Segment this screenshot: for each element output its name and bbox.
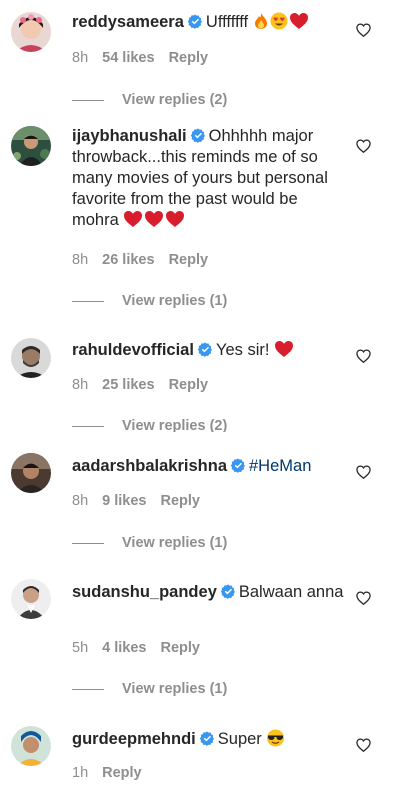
comment-text: reddysameera Ufffffff	[72, 12, 344, 35]
comment-time: 8h	[72, 377, 89, 393]
view-replies-label: View replies (2)	[122, 418, 228, 432]
comment-meta: 8h 25 likes Reply	[72, 377, 222, 393]
verified-badge-icon	[187, 14, 202, 29]
heart-outline-icon[interactable]	[356, 23, 371, 37]
replies-divider	[72, 300, 104, 302]
likes-count[interactable]: 26 likes	[102, 252, 154, 268]
verified-badge-icon	[220, 584, 235, 599]
red-heart-icon	[144, 210, 164, 234]
comment-time: 8h	[72, 252, 89, 268]
comment-body: Ufffffff	[205, 13, 253, 31]
username[interactable]: ijaybhanushali	[72, 127, 187, 145]
view-replies-label: View replies (1)	[122, 293, 228, 309]
username[interactable]: rahuldevofficial	[72, 341, 194, 359]
comment-meta: 8h 9 likes Reply	[72, 493, 214, 509]
reply-button[interactable]: Reply	[160, 493, 200, 509]
view-replies-label: View replies (2)	[122, 92, 228, 108]
verified-badge-icon	[199, 731, 214, 746]
comment-text: aadarshbalakrishna #HeMan	[72, 456, 344, 476]
replies-divider	[72, 426, 104, 427]
username[interactable]: aadarshbalakrishna	[72, 457, 227, 475]
comment-text: gurdeepmehndi Super	[72, 729, 344, 752]
red-heart-icon	[165, 210, 185, 234]
comment-time: 8h	[72, 493, 89, 509]
avatar[interactable]	[11, 453, 51, 493]
username[interactable]: gurdeepmehndi	[72, 730, 196, 748]
heart-eyes-icon	[270, 12, 288, 35]
comment-meta: 5h 4 likes Reply	[72, 640, 214, 656]
fire-icon	[253, 12, 269, 35]
replies-divider	[72, 542, 104, 544]
view-replies-button[interactable]: View replies (1)	[72, 681, 227, 697]
comment-text: rahuldevofficial Yes sir!	[72, 340, 344, 363]
heart-outline-icon[interactable]	[356, 738, 371, 752]
view-replies-label: View replies (1)	[122, 535, 228, 551]
comment-meta: 8h 54 likes Reply	[72, 50, 222, 66]
heart-outline-icon[interactable]	[356, 349, 371, 363]
comment-time: 8h	[72, 50, 89, 66]
red-heart-icon	[274, 340, 294, 363]
comment-meta: 8h 26 likes Reply	[72, 252, 222, 268]
view-replies-button[interactable]: View replies (1)	[72, 535, 227, 551]
comment-text: ijaybhanushali Ohhhhh major throwback...t…	[72, 126, 344, 234]
avatar[interactable]	[11, 126, 51, 166]
username[interactable]: sudanshu_pandey	[72, 583, 217, 601]
likes-count[interactable]: 25 likes	[102, 377, 154, 393]
reply-button[interactable]: Reply	[169, 377, 209, 393]
reply-button[interactable]: Reply	[160, 640, 200, 656]
reply-button[interactable]: Reply	[169, 252, 209, 268]
verified-badge-icon	[190, 128, 205, 143]
reply-button[interactable]: Reply	[102, 765, 142, 781]
sunglasses-face-icon	[266, 729, 285, 752]
comment-text: sudanshu_pandey Balwaan anna	[72, 582, 344, 602]
replies-divider	[72, 99, 104, 101]
red-heart-icon	[289, 12, 309, 35]
comment-body: Yes sir!	[215, 341, 275, 359]
likes-count[interactable]: 54 likes	[102, 50, 154, 66]
avatar[interactable]	[11, 579, 51, 619]
likes-count[interactable]: 9 likes	[102, 493, 146, 509]
heart-outline-icon[interactable]	[356, 139, 371, 153]
hashtag-link[interactable]: #HeMan	[249, 457, 311, 475]
comment-body: Balwaan anna	[238, 583, 344, 601]
comment-meta: 1h Reply	[72, 765, 156, 781]
view-replies-button[interactable]: View replies (1)	[72, 293, 227, 309]
view-replies-label: View replies (1)	[122, 681, 228, 697]
likes-count[interactable]: 4 likes	[102, 640, 146, 656]
comment-time: 1h	[72, 765, 89, 781]
view-replies-button[interactable]: View replies (2)	[72, 418, 227, 432]
comment-time: 5h	[72, 640, 89, 656]
avatar[interactable]	[11, 338, 51, 378]
comment-body: Super	[217, 730, 267, 748]
heart-outline-icon[interactable]	[356, 591, 371, 605]
view-replies-button[interactable]: View replies (2)	[72, 92, 227, 108]
heart-outline-icon[interactable]	[356, 465, 371, 479]
username[interactable]: reddysameera	[72, 13, 184, 31]
red-heart-icon	[123, 210, 143, 234]
replies-divider	[72, 688, 104, 690]
verified-badge-icon	[231, 458, 245, 473]
avatar[interactable]	[11, 726, 51, 766]
avatar[interactable]	[11, 12, 51, 52]
verified-badge-icon	[197, 342, 212, 357]
reply-button[interactable]: Reply	[169, 50, 209, 66]
